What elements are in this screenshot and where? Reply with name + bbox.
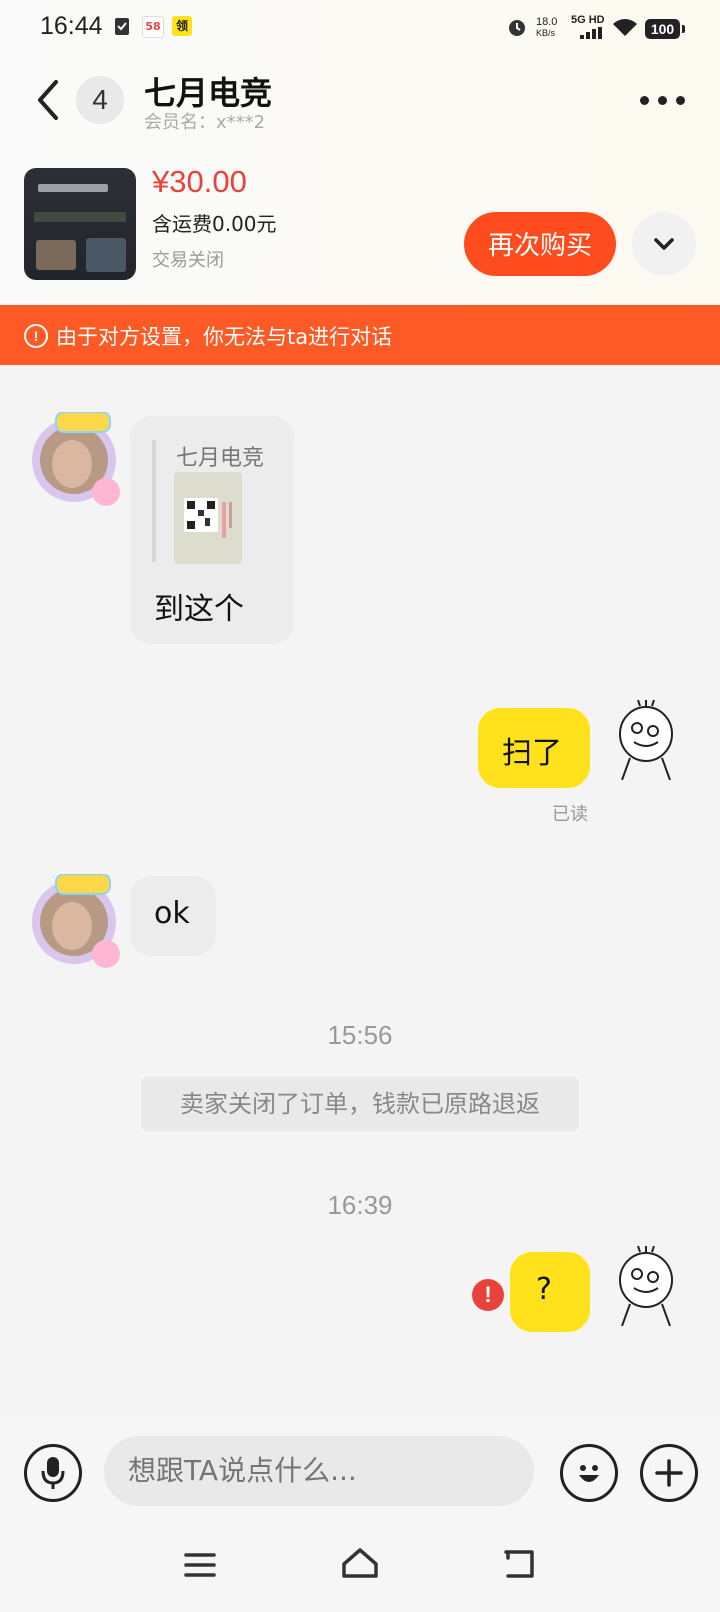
expand-order-button[interactable]: [632, 212, 696, 276]
member-name: 会员名：x***2: [144, 112, 266, 133]
wifi-icon: [613, 19, 637, 36]
order-status: 交易关闭: [152, 250, 224, 271]
system-nav-bar: [0, 1524, 720, 1612]
alarm-icon: [509, 20, 525, 36]
emoji-button[interactable]: [560, 1444, 618, 1502]
timestamp: 15:56: [327, 1020, 393, 1050]
shipping-fee: 含运费0.00元: [152, 212, 277, 236]
qr-image[interactable]: [174, 472, 242, 564]
my-avatar[interactable]: [612, 1246, 688, 1326]
product-thumbnail[interactable]: [24, 168, 136, 280]
net-speed: 18.0: [536, 16, 558, 28]
net-speed-unit: KB/s: [536, 28, 556, 38]
more-dots-icon[interactable]: [640, 90, 690, 110]
chevron-down-icon: [654, 238, 674, 250]
chat-header: 4 七月电竞 会员名：x***2: [0, 60, 720, 140]
plus-icon: [655, 1459, 683, 1487]
voice-button[interactable]: [24, 1444, 82, 1502]
message-text: ?: [536, 1272, 552, 1307]
message-text: ok: [154, 896, 190, 931]
seller-avatar[interactable]: [28, 412, 124, 508]
menu-icon[interactable]: [184, 1552, 216, 1578]
system-message: 卖家关闭了订单，钱款已原路退返: [141, 1077, 579, 1131]
app-58-icon: 58: [142, 16, 164, 38]
order-card[interactable]: ¥30.00 含运费0.00元 交易关闭 再次购买: [0, 160, 720, 290]
app-coupon-icon: 领: [172, 16, 192, 36]
notice-text: 由于对方设置，你无法与ta进行对话: [56, 325, 393, 349]
read-status: 已读: [552, 804, 588, 825]
network-type: 5G HD: [571, 14, 605, 26]
buy-again-button[interactable]: 再次购买: [464, 212, 616, 276]
my-avatar[interactable]: [612, 700, 688, 780]
status-time: 16:44: [40, 12, 103, 40]
unread-count-badge[interactable]: 4: [76, 76, 124, 124]
chat-disabled-notice: ! 由于对方设置，你无法与ta进行对话: [0, 305, 720, 365]
clipboard-check-icon: [115, 18, 129, 35]
input-bar: [0, 1420, 720, 1524]
return-icon[interactable]: [502, 1548, 536, 1580]
send-failed-icon[interactable]: !: [472, 1279, 504, 1311]
battery-indicator: 100: [645, 19, 685, 39]
chevron-left-icon[interactable]: [30, 76, 66, 124]
message-text: 到这个: [154, 592, 244, 627]
emoji-icon: [579, 1465, 599, 1482]
order-price: ¥30.00: [152, 164, 247, 199]
quote-bar: [152, 440, 156, 562]
plus-button[interactable]: [640, 1444, 698, 1502]
signal-icon: [580, 27, 602, 39]
seller-avatar[interactable]: [28, 874, 124, 970]
timestamp: 16:39: [327, 1190, 393, 1220]
status-bar: 16:44 58 领 18.0 KB/s 5G HD 100: [0, 0, 720, 56]
message-text: 扫了: [502, 736, 562, 771]
quote-sender: 七月电竞: [176, 446, 265, 471]
home-icon[interactable]: [340, 1546, 380, 1580]
microphone-icon: [41, 1457, 65, 1489]
message-input[interactable]: [104, 1436, 534, 1506]
warning-circle-icon: !: [24, 324, 48, 348]
